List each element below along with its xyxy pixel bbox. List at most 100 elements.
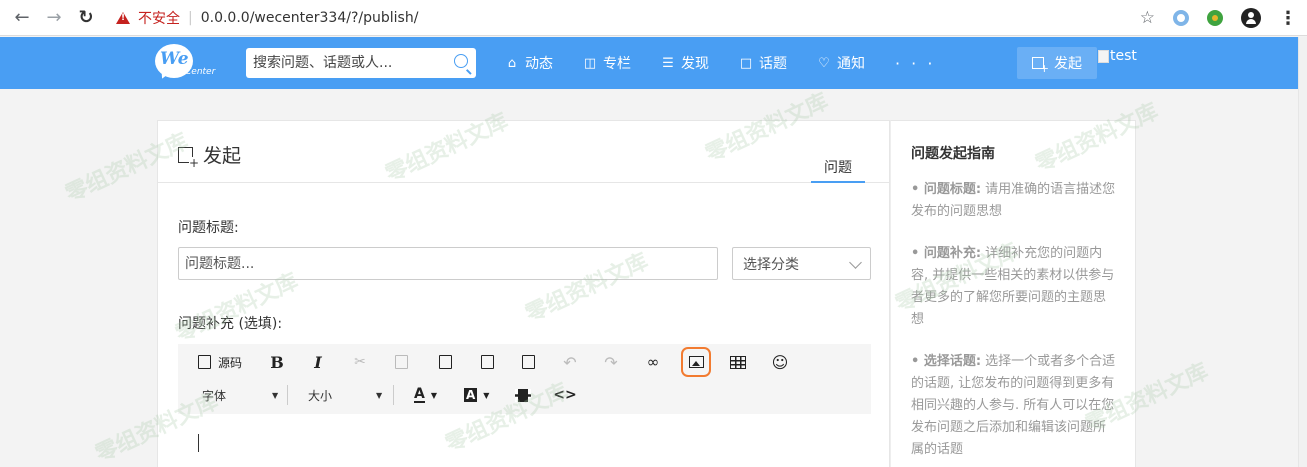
source-button[interactable]: 源码 bbox=[198, 348, 242, 376]
bookmark-star-icon[interactable]: ☆ bbox=[1140, 8, 1155, 28]
page-title: 发起 bbox=[178, 141, 241, 169]
nav-item-notify[interactable]: ♡ 通知 bbox=[817, 53, 865, 73]
find-glyph bbox=[521, 355, 535, 369]
toolbar-divider bbox=[393, 385, 394, 405]
image-icon bbox=[688, 356, 704, 368]
italic-button[interactable]: I bbox=[308, 348, 328, 376]
url-text[interactable]: 0.0.0.0/wecenter334/?/publish/ bbox=[201, 10, 419, 26]
extension-gear-icon[interactable] bbox=[1207, 10, 1223, 26]
guide-title: 问题发起指南 bbox=[911, 146, 995, 162]
bg-color-button[interactable]: A ▼ bbox=[464, 381, 489, 409]
copy-icon[interactable] bbox=[391, 348, 411, 376]
chevron-down-icon bbox=[849, 256, 862, 269]
question-title-label: 问题标题: bbox=[178, 220, 239, 236]
source-icon bbox=[198, 355, 211, 369]
question-title-input[interactable] bbox=[178, 247, 718, 280]
font-family-label: 字体 bbox=[202, 388, 227, 403]
extension-icon[interactable] bbox=[1173, 10, 1189, 26]
page-scrollbar[interactable] bbox=[1298, 37, 1307, 467]
caret-down-icon: ▼ bbox=[376, 390, 383, 400]
redo-icon[interactable]: ↷ bbox=[601, 348, 621, 376]
category-select-value: 选择分类 bbox=[743, 256, 799, 273]
table-glyph bbox=[730, 355, 746, 369]
publish-button[interactable]: 发起 bbox=[1017, 47, 1097, 79]
editor-toolbar: 源码 B I ✂ ↶ ↷ ∞ ☺ 字体 ▼ 大小 ▼ A ▼ A ▼ <> bbox=[178, 344, 871, 414]
bell-icon: ♡ bbox=[818, 55, 830, 71]
nav-label: 专栏 bbox=[603, 56, 631, 72]
nav-label: 发现 bbox=[681, 56, 709, 72]
paste-word-icon[interactable] bbox=[477, 348, 497, 376]
broken-image-icon bbox=[1098, 49, 1109, 63]
paste-icon[interactable] bbox=[435, 348, 455, 376]
logo-text-we: We bbox=[160, 49, 189, 69]
browser-menu-icon[interactable]: ⋮ bbox=[1279, 8, 1297, 29]
topic-icon: □ bbox=[739, 55, 753, 71]
paste-word-glyph bbox=[480, 355, 494, 369]
nav-item-dynamic[interactable]: ⌂ 动态 bbox=[505, 53, 553, 73]
browser-toolbar: ← → ↻ 不安全 | 0.0.0.0/wecenter334/?/publis… bbox=[0, 0, 1307, 36]
emoji-icon[interactable]: ☺ bbox=[770, 348, 790, 376]
find-icon[interactable] bbox=[518, 348, 538, 376]
back-icon[interactable]: ← bbox=[6, 2, 38, 34]
link-icon[interactable]: ∞ bbox=[643, 348, 663, 376]
column-icon: ◫ bbox=[583, 55, 597, 71]
caret-down-icon: ▼ bbox=[272, 390, 279, 400]
nav-label: 动态 bbox=[525, 56, 553, 72]
insert-image-button[interactable] bbox=[681, 347, 711, 377]
font-family-dropdown[interactable]: 字体 ▼ bbox=[202, 381, 278, 409]
more-menu-icon[interactable]: · · · bbox=[895, 54, 935, 73]
nav-item-topic[interactable]: □ 话题 bbox=[739, 53, 787, 73]
publish-label: 发起 bbox=[1054, 56, 1082, 72]
table-icon[interactable] bbox=[728, 348, 748, 376]
reload-icon[interactable]: ↻ bbox=[70, 2, 102, 34]
warning-icon bbox=[116, 11, 130, 24]
copy-glyph bbox=[394, 355, 408, 369]
question-detail-label: 问题补充 (选填): bbox=[178, 316, 283, 332]
guide-key: • 选择话题: bbox=[911, 354, 982, 369]
guide-item-topic: • 选择话题: 选择一个或者多个合适的话题, 让您发布的问题得到更多有相同兴趣的… bbox=[911, 351, 1117, 461]
guide-key: • 问题补充: bbox=[911, 246, 982, 261]
guide-text: 选择一个或者多个合适的话题, 让您发布的问题得到更多有相同兴趣的人参与. 所有人… bbox=[911, 354, 1116, 457]
guide-item-detail: • 问题补充: 详细补充您的问题内容, 并提供一些相关的素材以供参与者更多的了解… bbox=[911, 243, 1117, 331]
nav-label: 话题 bbox=[759, 56, 787, 72]
font-color-glyph: A bbox=[414, 386, 425, 403]
paste-glyph bbox=[438, 355, 452, 369]
undo-icon[interactable]: ↶ bbox=[560, 348, 580, 376]
avatar-alt-text: test bbox=[1110, 48, 1137, 64]
toolbar-divider bbox=[287, 385, 288, 405]
video-glyph bbox=[515, 388, 531, 402]
bold-button[interactable]: B bbox=[267, 348, 287, 376]
caret-down-icon: ▼ bbox=[430, 390, 437, 400]
video-icon[interactable] bbox=[513, 381, 533, 409]
account-icon[interactable] bbox=[1241, 8, 1261, 28]
category-select[interactable]: 选择分类 bbox=[732, 247, 871, 280]
nav-item-column[interactable]: ◫ 专栏 bbox=[583, 53, 631, 73]
guide-item-title: • 问题标题: 请用准确的语言描述您发布的问题思想 bbox=[911, 179, 1117, 223]
address-bar[interactable]: 不安全 | 0.0.0.0/wecenter334/?/publish/ bbox=[116, 8, 418, 28]
editor-caret[interactable] bbox=[198, 434, 199, 452]
font-color-button[interactable]: A ▼ bbox=[414, 381, 437, 409]
logo-text-center: Center bbox=[185, 67, 216, 77]
cut-icon[interactable]: ✂ bbox=[350, 348, 370, 376]
user-avatar[interactable]: test bbox=[1098, 48, 1137, 64]
publish-icon bbox=[1032, 57, 1049, 74]
guide-key: • 问题标题: bbox=[911, 182, 982, 197]
caret-down-icon: ▼ bbox=[483, 390, 490, 400]
main-nav: ⌂ 动态 ◫ 专栏 ☰ 发现 □ 话题 ♡ 通知 · · · bbox=[505, 37, 935, 89]
address-separator: | bbox=[188, 9, 193, 26]
search-icon[interactable] bbox=[454, 54, 468, 68]
tab-question[interactable]: 问题 bbox=[811, 157, 865, 183]
font-size-dropdown[interactable]: 大小 ▼ bbox=[308, 381, 382, 409]
nav-item-discover[interactable]: ☰ 发现 bbox=[661, 53, 709, 73]
search-input[interactable] bbox=[246, 48, 441, 78]
site-header: We Center ⌂ 动态 ◫ 专栏 ☰ 发现 □ 话题 ♡ 通知 · · ·… bbox=[0, 37, 1298, 89]
home-icon: ⌂ bbox=[507, 55, 517, 71]
guide-panel: 问题发起指南 • 问题标题: 请用准确的语言描述您发布的问题思想 • 问题补充:… bbox=[890, 120, 1136, 467]
bg-color-glyph: A bbox=[464, 388, 478, 402]
wecenter-logo[interactable]: We Center bbox=[155, 44, 216, 82]
code-icon[interactable]: <> bbox=[553, 381, 576, 409]
forward-icon[interactable]: → bbox=[38, 2, 70, 34]
security-status: 不安全 bbox=[138, 10, 180, 27]
nav-label: 通知 bbox=[837, 56, 865, 72]
card-header: 发起 问题 bbox=[158, 121, 889, 183]
